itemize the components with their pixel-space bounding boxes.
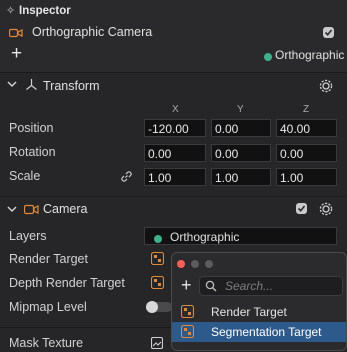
- render-target-icon: [180, 304, 195, 321]
- rotation-label: Rotation: [9, 145, 56, 159]
- mask-texture-label: Mask Texture: [9, 336, 84, 350]
- camera-object-icon: [8, 27, 23, 41]
- layers-value: Orthographic: [170, 230, 240, 244]
- axis-label-y: Y: [237, 104, 244, 115]
- texture-icon[interactable]: [150, 336, 164, 352]
- chevron-down-icon[interactable]: [7, 78, 17, 92]
- close-window-button[interactable]: [177, 260, 185, 268]
- render-target-icon[interactable]: [150, 251, 165, 268]
- depth-render-target-label: Depth Render Target: [9, 276, 125, 290]
- transform-title: Transform: [43, 79, 100, 93]
- rotation-y-field[interactable]: 0.00: [211, 144, 271, 162]
- object-layer-label[interactable]: Orthographic: [275, 48, 344, 62]
- chevron-down-icon[interactable]: [7, 203, 17, 217]
- scale-y-field[interactable]: 1.00: [211, 168, 271, 186]
- minimize-window-button[interactable]: [191, 260, 199, 268]
- mipmap-toggle[interactable]: [146, 301, 172, 313]
- camera-icon: [23, 204, 39, 218]
- list-item-render-target[interactable]: Render Target: [172, 302, 346, 322]
- render-target-icon: [180, 324, 195, 341]
- list-item-segmentation-target[interactable]: Segmentation Target: [172, 322, 346, 342]
- gear-icon[interactable]: [319, 202, 333, 219]
- scale-label: Scale: [9, 169, 41, 183]
- object-enabled-checkbox[interactable]: [323, 27, 334, 38]
- layer-dot-icon: [264, 50, 272, 64]
- zoom-window-button[interactable]: [205, 260, 213, 268]
- scale-z-field[interactable]: 1.00: [276, 168, 337, 186]
- pin-icon[interactable]: ✧: [6, 4, 15, 17]
- rotation-z-field[interactable]: 0.00: [276, 144, 337, 162]
- add-icon[interactable]: +: [11, 44, 22, 64]
- search-field[interactable]: Search...: [199, 276, 343, 296]
- position-label: Position: [9, 121, 54, 135]
- scale-x-field[interactable]: 1.00: [144, 168, 206, 186]
- layers-label: Layers: [9, 229, 47, 243]
- position-x-field[interactable]: -120.00: [144, 119, 206, 137]
- gear-icon[interactable]: [319, 79, 333, 96]
- transform-icon: [25, 78, 38, 94]
- link-icon[interactable]: [120, 170, 133, 186]
- rotation-x-field[interactable]: 0.00: [144, 144, 206, 162]
- inspector-title: Inspector: [19, 5, 71, 17]
- position-z-field[interactable]: 40.00: [276, 119, 337, 137]
- camera-enabled-checkbox[interactable]: [296, 203, 307, 214]
- object-name-field[interactable]: Orthographic Camera: [32, 25, 152, 39]
- list-item-label: Render Target: [211, 305, 287, 319]
- search-icon: [205, 280, 217, 295]
- asset-picker-popup: + Search... Render Target Segmentation T…: [171, 252, 347, 351]
- mipmap-level-label: Mipmap Level: [9, 300, 87, 314]
- add-icon[interactable]: +: [181, 276, 192, 294]
- render-target-label: Render Target: [9, 252, 88, 266]
- layer-dot-icon: [154, 232, 162, 246]
- search-placeholder: Search...: [225, 279, 274, 293]
- list-item-label: Segmentation Target: [211, 325, 322, 339]
- camera-title: Camera: [43, 202, 88, 216]
- axis-label-x: X: [172, 104, 179, 115]
- depth-render-target-icon[interactable]: [150, 275, 165, 292]
- position-y-field[interactable]: 0.00: [211, 119, 271, 137]
- axis-label-z: Z: [303, 104, 310, 115]
